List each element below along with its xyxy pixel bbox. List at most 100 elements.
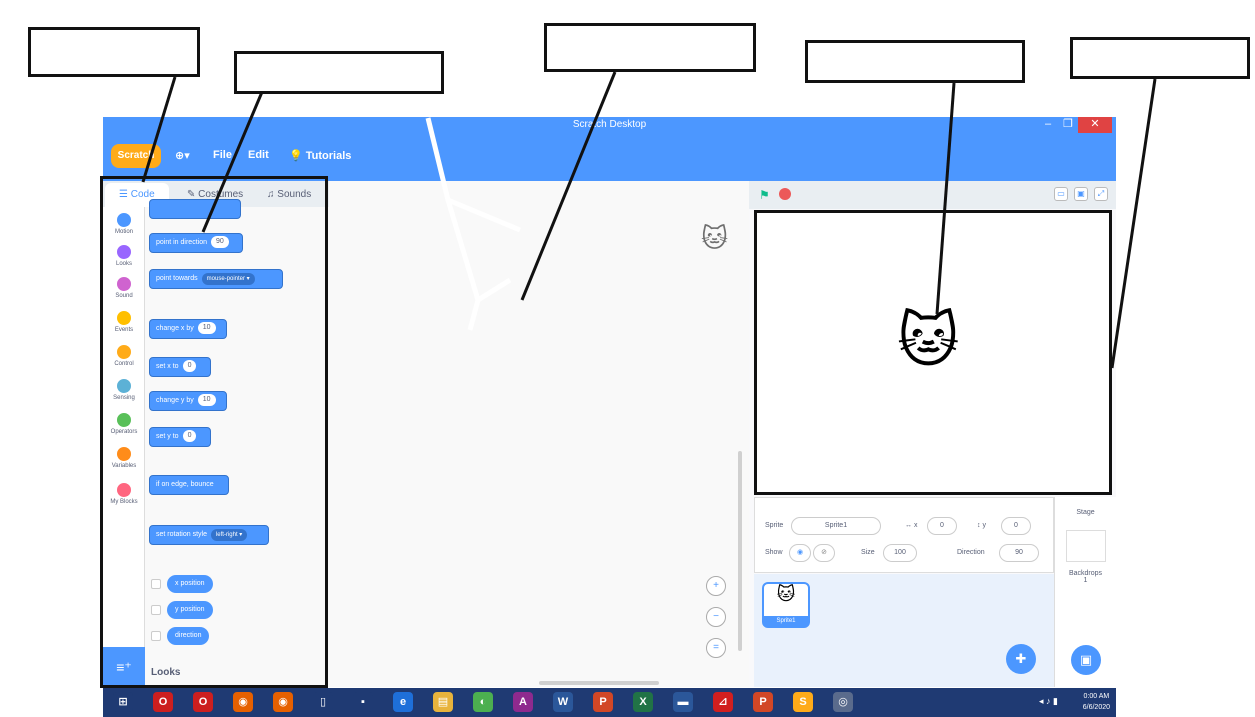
category-control-label: Control (114, 361, 134, 367)
category-control[interactable]: Control (103, 345, 145, 367)
choose-sprite-button[interactable]: ✚ (1006, 644, 1036, 674)
small-stage-button[interactable]: ▭ (1054, 187, 1068, 201)
rotation-style-dropdown[interactable]: left-right ▾ (210, 529, 248, 541)
blank-label-box-4 (805, 40, 1025, 83)
taskbar-app-icon[interactable]: ▬ (673, 692, 693, 712)
zoom-out-button[interactable]: − (706, 607, 726, 627)
block-change-y[interactable]: change y by 10 (149, 391, 227, 411)
reporter-x-position[interactable]: x position (167, 575, 213, 593)
menu-edit[interactable]: Edit (248, 149, 269, 161)
category-looks-dot (117, 245, 131, 259)
block-if-on-edge-bounce[interactable]: if on edge, bounce (149, 475, 229, 495)
menu-tutorials-label: Tutorials (305, 150, 352, 162)
change-x-input[interactable]: 10 (197, 322, 216, 335)
taskbar-app-icon[interactable]: O (153, 692, 173, 712)
category-motion[interactable]: Motion (103, 213, 145, 235)
language-globe-icon[interactable]: ⊕▾ (175, 149, 190, 162)
category-my-blocks-dot (117, 483, 131, 497)
workspace-horizontal-scrollbar[interactable] (539, 681, 659, 685)
category-looks[interactable]: Looks (103, 245, 145, 267)
restore-button[interactable]: ❐ (1058, 117, 1078, 133)
taskbar-app-icon[interactable]: P (593, 692, 613, 712)
show-hidden-button[interactable]: ⊘ (813, 544, 835, 562)
category-control-dot (117, 345, 131, 359)
taskbar-app-icon[interactable]: ◎ (833, 692, 853, 712)
y-position-checkbox[interactable] (151, 605, 161, 615)
category-operators[interactable]: Operators (103, 413, 145, 435)
taskbar-app-icon[interactable]: S (793, 692, 813, 712)
block-set-x[interactable]: set x to 0 (149, 357, 211, 377)
stage-target-panel[interactable]: Stage Backdrops 1 ▣ (1054, 497, 1116, 687)
code-workspace[interactable]: 🐱 + − = (329, 181, 749, 687)
taskbar-app-icon[interactable]: W (553, 692, 573, 712)
taskbar-app-icon[interactable]: ▪ (353, 692, 373, 712)
normal-stage-button[interactable]: ▣ (1074, 187, 1088, 201)
category-sound[interactable]: Sound (103, 277, 145, 299)
minimize-button[interactable]: – (1038, 117, 1058, 133)
fullscreen-button[interactable]: ⤢ (1094, 187, 1108, 201)
taskbar-app-icon[interactable]: e (393, 692, 413, 712)
size-field[interactable]: 100 (883, 544, 917, 562)
add-extension-button[interactable]: ≡⁺ (103, 647, 145, 687)
set-x-input[interactable]: 0 (182, 360, 197, 373)
category-events[interactable]: Events (103, 311, 145, 333)
block-partial-top[interactable] (149, 199, 241, 219)
taskbar-app-icon[interactable]: A (513, 692, 533, 712)
reporter-direction[interactable]: direction (167, 627, 210, 645)
show-label: Show (765, 549, 783, 556)
block-set-rotation-style[interactable]: set rotation style left-right ▾ (149, 525, 269, 545)
block-point-towards[interactable]: point towards mouse-pointer ▾ (149, 269, 283, 289)
tab-sounds-label: Sounds (277, 189, 312, 200)
category-sound-label: Sound (115, 293, 133, 299)
menu-file[interactable]: File (213, 149, 232, 161)
taskbar-app-icon[interactable]: ◉ (273, 692, 293, 712)
taskbar-app-icon[interactable]: P (753, 692, 773, 712)
sprite-name-field[interactable]: Sprite1 (791, 517, 881, 535)
close-button[interactable]: ✕ (1078, 117, 1112, 133)
taskbar-app-icon[interactable]: ▤ (433, 692, 453, 712)
window-title: Scratch Desktop (572, 119, 647, 130)
x-coordinate-field[interactable]: 0 (927, 517, 957, 535)
stage[interactable]: 🐱 (754, 210, 1112, 495)
direction-checkbox[interactable] (151, 631, 161, 641)
taskbar-app-icon[interactable]: ⊞ (113, 692, 133, 712)
choose-backdrop-button[interactable]: ▣ (1071, 645, 1101, 675)
block-change-x[interactable]: change x by 10 (149, 319, 227, 339)
category-variables[interactable]: Variables (103, 447, 145, 469)
taskbar-app-icon[interactable]: ◉ (233, 692, 253, 712)
system-tray-icon[interactable]: ◂ ♪ ▮ (1039, 696, 1058, 707)
category-my-blocks[interactable]: My Blocks (103, 483, 145, 505)
taskbar-app-icon[interactable]: ◐ (473, 692, 493, 712)
workspace-vertical-scrollbar[interactable] (738, 451, 742, 651)
green-flag-icon[interactable]: ⚑ (759, 188, 770, 202)
y-coordinate-field[interactable]: 0 (1001, 517, 1031, 535)
zoom-in-button[interactable]: + (706, 576, 726, 596)
taskbar-app-icon[interactable]: ▯ (313, 692, 333, 712)
scratch-logo[interactable]: Scratch (111, 144, 161, 168)
block-set-y[interactable]: set y to 0 (149, 427, 211, 447)
point-towards-dropdown[interactable]: mouse-pointer ▾ (201, 273, 255, 285)
tab-sounds[interactable]: ♫ Sounds (253, 183, 325, 207)
taskbar-app-icon[interactable]: O (193, 692, 213, 712)
zoom-reset-button[interactable]: = (706, 638, 726, 658)
size-label: Size (861, 549, 875, 556)
taskbar-app-icon[interactable]: X (633, 692, 653, 712)
taskbar-app-icon[interactable]: ⊿ (713, 692, 733, 712)
reporter-y-position[interactable]: y position (167, 601, 213, 619)
x-position-checkbox[interactable] (151, 579, 161, 589)
cat-add-icon: ✚ (1015, 651, 1027, 666)
cat-sprite[interactable]: 🐱 (897, 311, 960, 371)
sprite-tile-sprite1[interactable]: 🐱 Sprite1 (762, 582, 810, 628)
show-visible-button[interactable]: ◉ (789, 544, 811, 562)
category-sensing[interactable]: Sensing (103, 379, 145, 401)
category-motion-dot (117, 213, 131, 227)
block-point-in-direction[interactable]: point in direction 90 (149, 233, 243, 253)
menu-tutorials[interactable]: 💡 Tutorials (289, 149, 351, 162)
set-y-input[interactable]: 0 (182, 430, 197, 443)
change-y-input[interactable]: 10 (197, 394, 216, 407)
direction-input[interactable]: 90 (210, 236, 229, 249)
direction-field[interactable]: 90 (999, 544, 1039, 562)
taskbar-clock[interactable]: 0:00 AM 6/6/2020 (1083, 691, 1110, 713)
stop-button[interactable] (779, 188, 791, 200)
sprite-name-label: Sprite (765, 522, 784, 529)
